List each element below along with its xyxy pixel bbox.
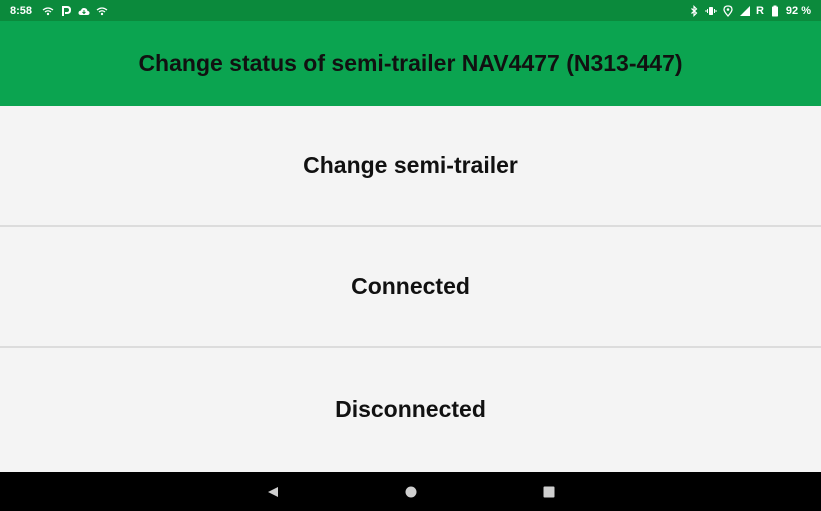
vibrate-icon [705, 5, 717, 17]
change-semi-trailer-button[interactable]: Change semi-trailer [0, 106, 821, 227]
signal-icon [739, 5, 751, 17]
status-bar-left: 8:58 [10, 5, 108, 17]
wifi-calling-icon [96, 5, 108, 17]
parking-icon [60, 5, 72, 17]
option-label: Change semi-trailer [303, 152, 518, 178]
wifi-calling-icon [42, 5, 54, 17]
app-screen: 8:58 R 92 % Change status of semi-traile… [0, 0, 821, 511]
connected-button[interactable]: Connected [0, 227, 821, 348]
bluetooth-icon [688, 4, 700, 17]
disconnected-button[interactable]: Disconnected [0, 348, 821, 470]
status-options-list: Change semi-trailer Connected Disconnect… [0, 106, 821, 472]
signal-roaming-indicator: R [755, 4, 764, 17]
option-label: Connected [351, 273, 470, 299]
option-label: Disconnected [335, 395, 486, 422]
recents-icon[interactable] [541, 484, 557, 500]
system-nav-bar [0, 472, 821, 511]
status-bar: 8:58 R 92 % [0, 0, 821, 21]
back-icon[interactable] [265, 484, 281, 500]
home-icon[interactable] [403, 484, 419, 500]
battery-icon [769, 5, 781, 17]
cloud-icon [78, 5, 90, 17]
app-header: Change status of semi-trailer NAV4477 (N… [0, 21, 821, 106]
page-title: Change status of semi-trailer NAV4477 (N… [138, 50, 683, 76]
status-bar-right: R 92 % [688, 5, 811, 17]
battery-percent: 92 % [785, 4, 811, 17]
status-time: 8:58 [10, 4, 33, 17]
location-icon [722, 4, 734, 17]
